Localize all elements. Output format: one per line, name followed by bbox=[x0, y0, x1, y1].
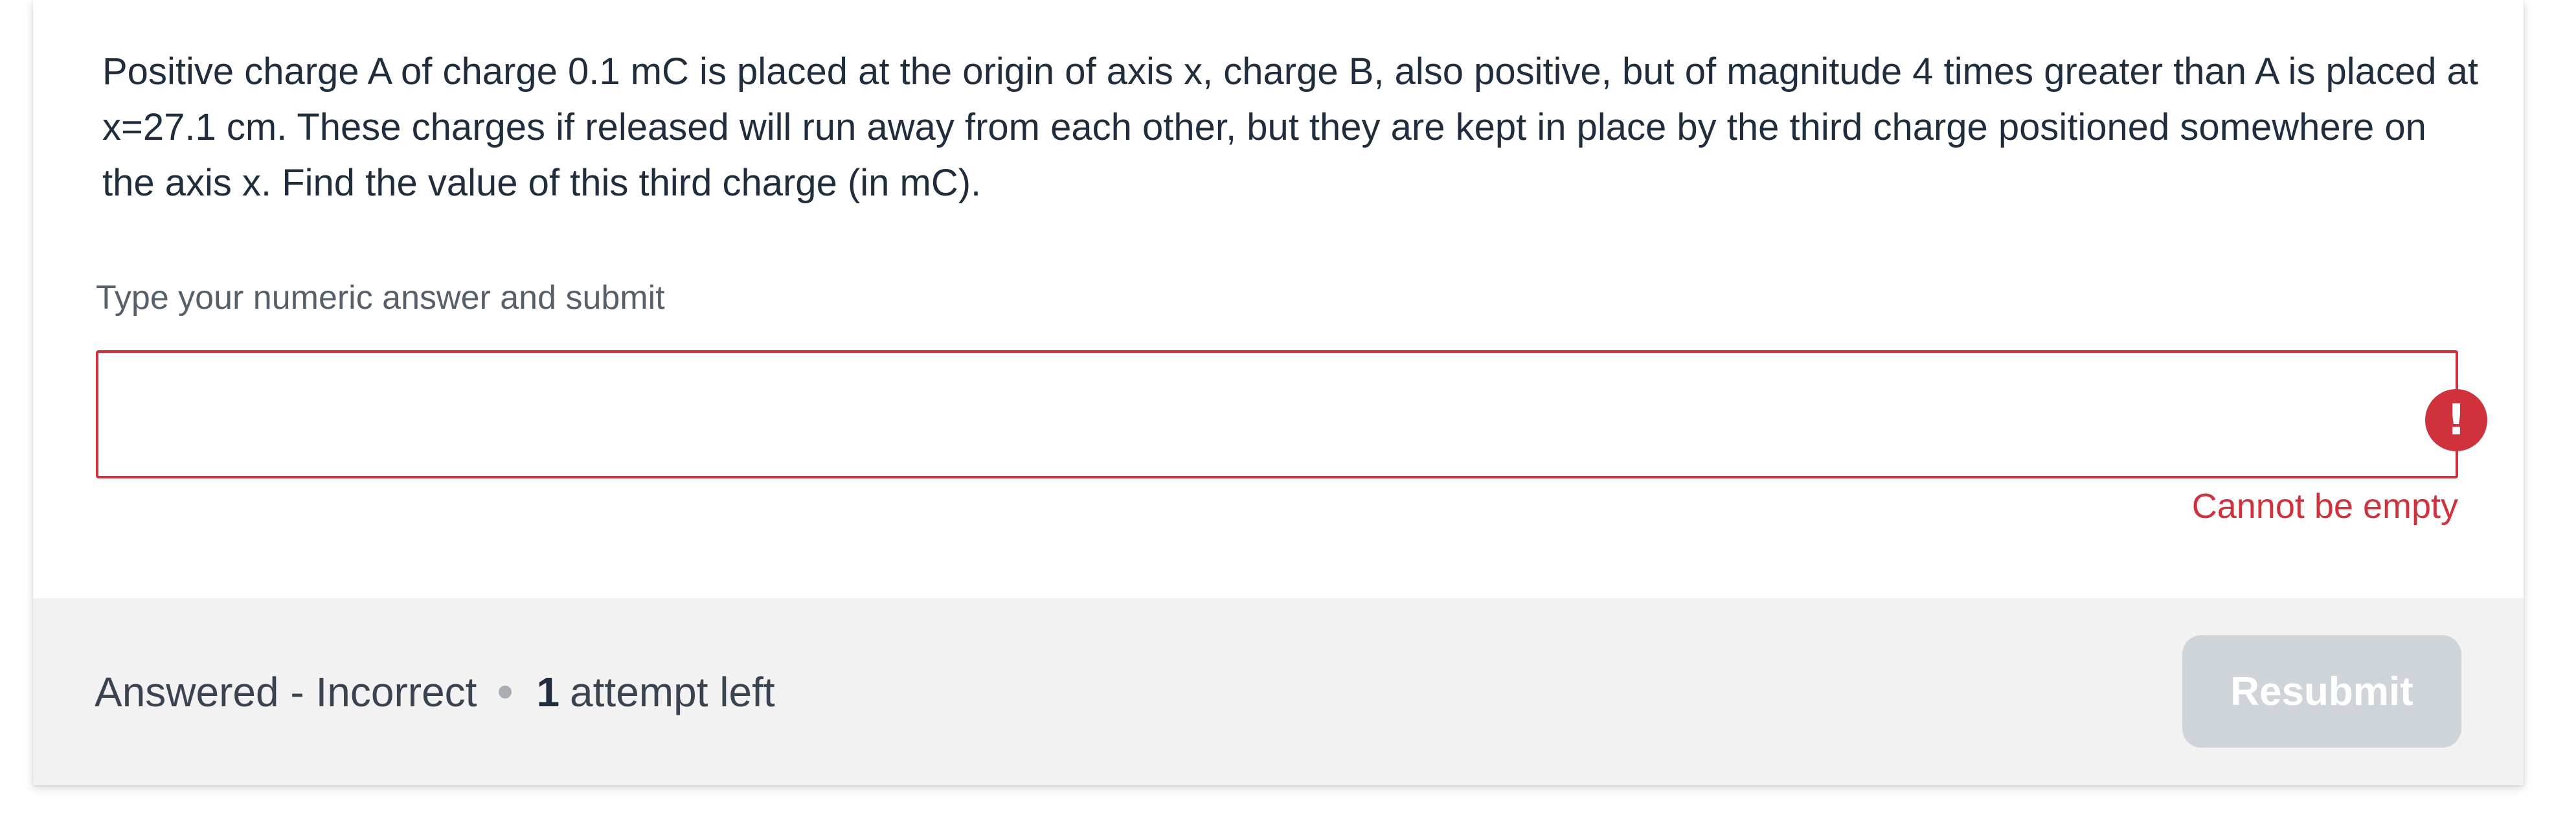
submission-footer: Answered - Incorrect 1 attempt left Resu… bbox=[33, 598, 2524, 785]
question-card: Positive charge A of charge 0.1 mC is pl… bbox=[33, 0, 2524, 785]
submission-status: Answered - Incorrect 1 attempt left bbox=[95, 663, 775, 721]
answer-prompt-label: Type your numeric answer and submit bbox=[96, 279, 665, 317]
attempts-label: attempt left bbox=[570, 669, 775, 715]
question-text: Positive charge A of charge 0.1 mC is pl… bbox=[102, 50, 2478, 204]
answer-field-container: ! bbox=[96, 350, 2487, 478]
attempts-count: 1 bbox=[536, 669, 560, 715]
resubmit-button[interactable]: Resubmit bbox=[2182, 635, 2461, 748]
answer-status-text: Answered - Incorrect bbox=[95, 669, 477, 715]
exclamation-icon: ! bbox=[2425, 389, 2487, 451]
validation-error-message: Cannot be empty bbox=[2191, 487, 2458, 526]
numeric-answer-input[interactable] bbox=[118, 379, 2335, 451]
separator-dot bbox=[499, 686, 512, 699]
